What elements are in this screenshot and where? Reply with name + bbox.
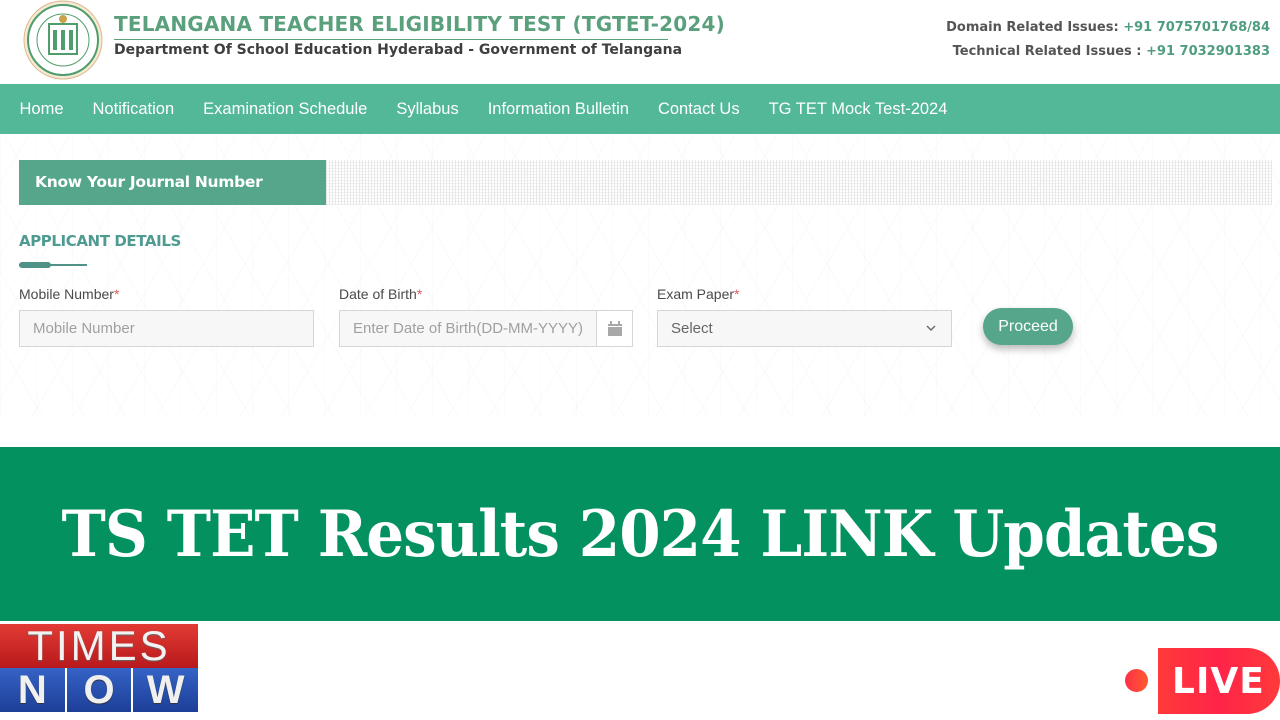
calendar-icon (607, 321, 622, 336)
site-subtitle: Department Of School Education Hyderabad… (114, 42, 683, 58)
mobile-number-label: Mobile Number* (19, 286, 119, 302)
exam-paper-label: Exam Paper* (657, 286, 740, 302)
helpdesk-contacts: Domain Related Issues: +91 7075701768/84… (946, 16, 1270, 64)
nav-notification[interactable]: Notification (78, 100, 189, 119)
page: TELANGANA TEACHER ELIGIBILITY TEST (TGTE… (0, 0, 1280, 720)
live-dot-icon (1125, 669, 1148, 692)
domain-contact-phone[interactable]: +91 7075701768/84 (1123, 20, 1270, 35)
logo-letter: N (17, 668, 47, 712)
live-label: LIVE (1172, 660, 1265, 702)
main-nav: Home Notification Examination Schedule S… (0, 84, 1280, 134)
live-badge: LIVE (1158, 648, 1280, 714)
applicant-details-heading: APPLICANT DETAILS (19, 232, 181, 250)
logo-top-text: TIMES (27, 622, 171, 669)
exam-paper-select[interactable]: Select (657, 310, 952, 347)
domain-contact: Domain Related Issues: +91 7075701768/84 (946, 16, 1270, 40)
required-marker: * (416, 286, 423, 302)
logo-cell: W (133, 668, 199, 712)
date-of-birth-label-text: Date of Birth (339, 286, 417, 302)
calendar-button[interactable] (596, 310, 633, 347)
heading-underline (19, 262, 87, 268)
technical-contact: Technical Related Issues : +91 703290138… (946, 40, 1270, 64)
date-of-birth-input[interactable] (339, 310, 597, 347)
nav-contact-us[interactable]: Contact Us (643, 100, 754, 119)
site-header: TELANGANA TEACHER ELIGIBILITY TEST (TGTE… (0, 0, 1280, 84)
title-divider (114, 39, 668, 40)
nav-examination-schedule[interactable]: Examination Schedule (189, 100, 382, 119)
exam-paper-selected: Select (671, 320, 713, 337)
journal-number-form: Know Your Journal Number APPLICANT DETAI… (0, 134, 1280, 416)
site-title: TELANGANA TEACHER ELIGIBILITY TEST (TGTE… (114, 12, 725, 36)
technical-contact-phone[interactable]: +91 7032901383 (1146, 44, 1270, 59)
logo-letter: W (146, 668, 185, 712)
logo-cell: O (66, 668, 132, 712)
technical-contact-label: Technical Related Issues : (952, 44, 1147, 59)
mobile-number-label-text: Mobile Number (19, 286, 114, 302)
date-of-birth-label: Date of Birth* (339, 286, 422, 302)
telangana-emblem-icon (23, 0, 103, 80)
nav-home[interactable]: Home (5, 100, 78, 119)
logo-cell: N (0, 668, 65, 712)
section-title-strip (326, 160, 1272, 205)
nav-information-bulletin[interactable]: Information Bulletin (473, 100, 643, 119)
nav-mock-test[interactable]: TG TET Mock Test-2024 (754, 100, 962, 119)
headline-text: TS TET Results 2024 LINK Updates (61, 496, 1220, 572)
chevron-down-icon (926, 325, 936, 331)
domain-contact-label: Domain Related Issues: (946, 20, 1124, 35)
required-marker: * (734, 286, 740, 302)
logo-top: TIMES (0, 624, 198, 668)
exam-paper-label-text: Exam Paper (657, 286, 735, 302)
logo-bottom: N O W (0, 668, 199, 712)
underline-accent (19, 262, 51, 268)
headline-banner: TS TET Results 2024 LINK Updates (0, 447, 1280, 621)
nav-syllabus[interactable]: Syllabus (382, 100, 473, 119)
proceed-button[interactable]: Proceed (983, 308, 1073, 345)
mobile-number-input[interactable] (19, 310, 314, 347)
logo-letter: O (83, 668, 115, 712)
required-marker: * (113, 286, 120, 302)
title-block: TELANGANA TEACHER ELIGIBILITY TEST (TGTE… (114, 12, 725, 58)
times-now-logo: TIMES N O W (0, 624, 199, 712)
section-title: Know Your Journal Number (19, 160, 326, 205)
